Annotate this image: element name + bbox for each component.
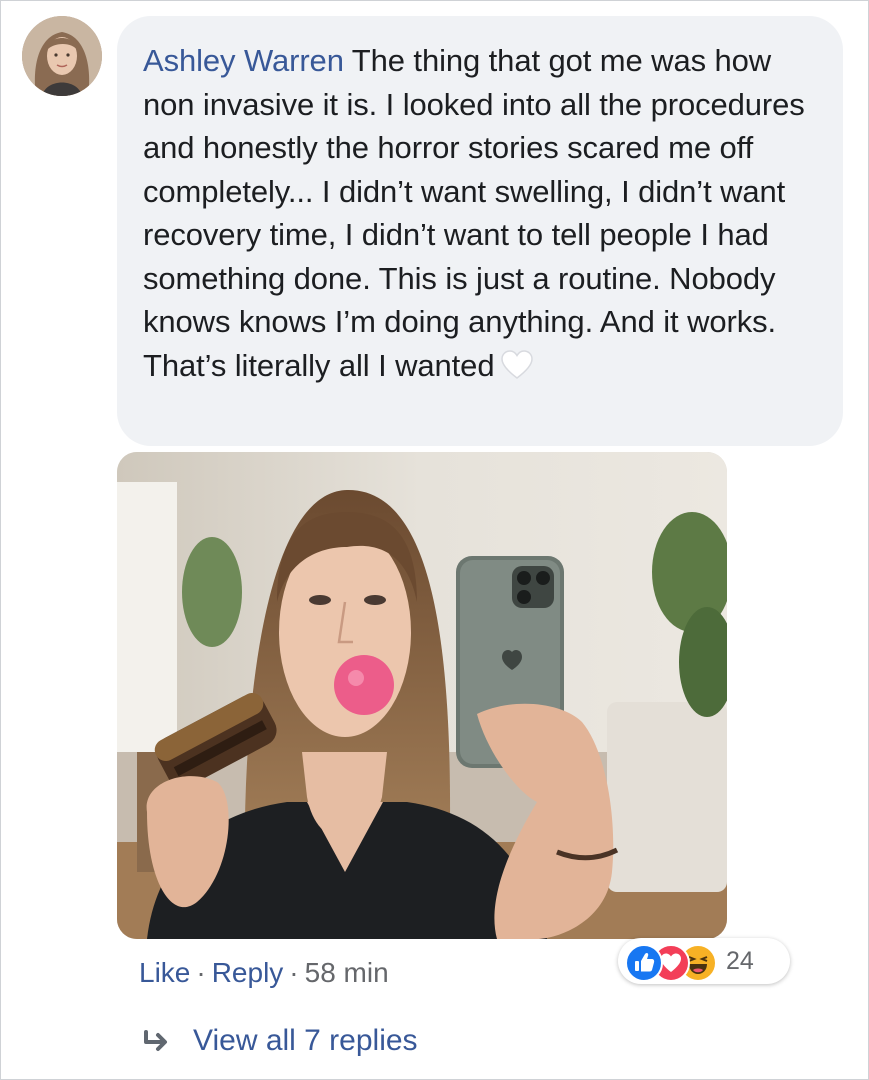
comment-author-link[interactable]: Ashley Warren [143,43,344,78]
reply-link[interactable]: Reply [212,957,284,988]
action-separator: · [289,957,299,988]
comment-bubble: Ashley Warren The thing that got me was … [117,16,843,446]
white-heart-icon [500,348,534,392]
comment-body: Ashley Warren The thing that got me was … [143,39,823,391]
comment-text: The thing that got me was how non invasi… [143,43,805,383]
avatar-image [22,16,102,96]
like-link[interactable]: Like [139,957,190,988]
comment-actions: Like · Reply · 58 min [139,957,389,989]
attached-photo[interactable] [117,452,727,939]
reaction-summary[interactable]: 24 [618,938,790,984]
avatar[interactable] [22,16,102,96]
reaction-count: 24 [726,947,754,975]
action-separator: · [196,957,206,988]
selfie-image [117,452,727,939]
reply-arrow-icon [143,1026,173,1060]
comment-timestamp[interactable]: 58 min [305,957,389,988]
like-icon [625,944,663,982]
view-replies-link[interactable]: View all 7 replies [143,1024,418,1060]
view-replies-label[interactable]: View all 7 replies [193,1024,418,1057]
